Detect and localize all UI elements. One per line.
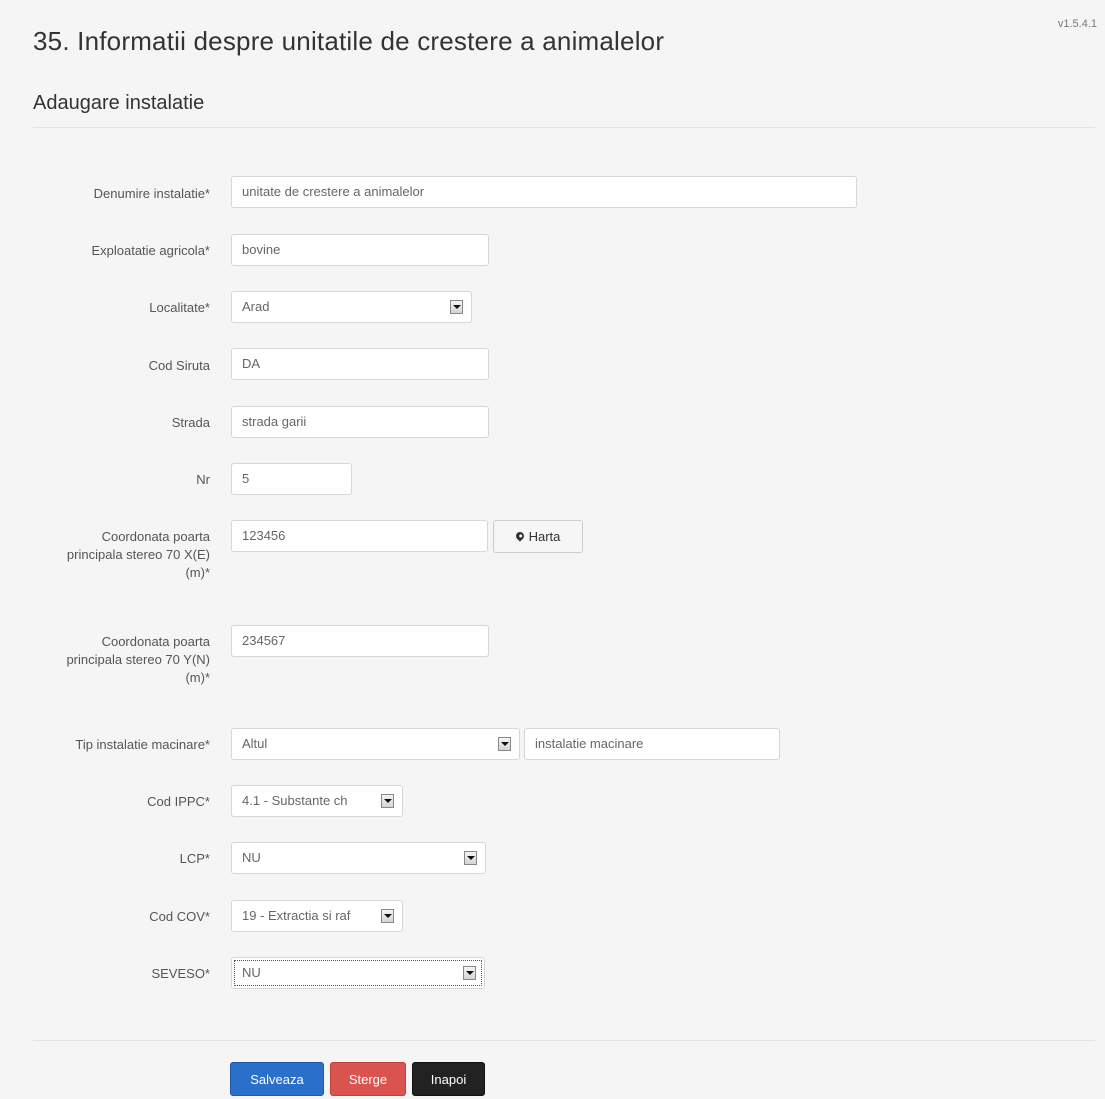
coordonata-y-label: Coordonata poarta principala stereo 70 Y…: [20, 633, 210, 687]
page-title: 35. Informatii despre unitatile de crest…: [33, 26, 665, 56]
localitate-label: Localitate*: [149, 300, 210, 315]
coordonata-x-label: Coordonata poarta principala stereo 70 X…: [20, 528, 210, 582]
tip-instalatie-select[interactable]: Altul: [231, 728, 520, 760]
denumire-instalatie-label: Denumire instalatie*: [93, 186, 210, 201]
chevron-down-icon: [450, 300, 463, 314]
section-divider: [33, 127, 1095, 128]
lcp-value: NU: [242, 850, 261, 865]
nr-input[interactable]: 5: [231, 463, 352, 495]
actions-divider: [33, 1040, 1095, 1041]
cod-siruta-label: Cod Siruta: [148, 358, 210, 373]
version-label: v1.5.4.1: [1057, 18, 1097, 30]
delete-button[interactable]: Sterge: [330, 1062, 406, 1096]
tip-instalatie-value: Altul: [242, 736, 268, 751]
chevron-down-icon: [381, 909, 394, 923]
coordonata-y-label-line1: Coordonata poarta: [101, 634, 210, 649]
coordonata-x-label-line2: principala stereo 70 X(E): [66, 547, 210, 562]
chevron-down-icon: [498, 737, 511, 751]
seveso-label: SEVESO*: [151, 966, 210, 981]
coordonata-x-label-line3: (m)*: [185, 565, 210, 580]
exploatatie-agricola-input[interactable]: bovine: [231, 234, 489, 266]
coordonata-x-label-line1: Coordonata poarta: [101, 529, 210, 544]
cod-ippc-label: Cod IPPC*: [147, 794, 210, 809]
seveso-select[interactable]: NU: [231, 957, 485, 989]
nr-label: Nr: [196, 472, 210, 487]
localitate-select[interactable]: Arad: [231, 291, 472, 323]
chevron-down-icon: [463, 966, 476, 980]
cod-ippc-value: 4.1 - Substante ch: [242, 793, 348, 808]
tip-instalatie-other-input[interactable]: instalatie macinare: [524, 728, 780, 760]
map-button[interactable]: Harta: [493, 520, 583, 553]
section-title: Adaugare instalatie: [33, 92, 205, 114]
strada-input[interactable]: strada garii: [231, 406, 489, 438]
exploatatie-agricola-label: Exploatatie agricola*: [91, 243, 210, 258]
cod-siruta-input[interactable]: DA: [231, 348, 489, 380]
coordonata-y-label-line3: (m)*: [185, 670, 210, 685]
chevron-down-icon: [381, 794, 394, 808]
tip-instalatie-label: Tip instalatie macinare*: [75, 737, 210, 752]
lcp-select[interactable]: NU: [231, 842, 486, 874]
cod-cov-select[interactable]: 19 - Extractia si raf: [231, 900, 403, 932]
localitate-value: Arad: [242, 299, 270, 314]
coordonata-x-input[interactable]: 123456: [231, 520, 488, 552]
back-button[interactable]: Inapoi: [412, 1062, 485, 1096]
cod-cov-value: 19 - Extractia si raf: [242, 908, 351, 923]
map-marker-icon: [513, 529, 526, 542]
cod-ippc-select[interactable]: 4.1 - Substante ch: [231, 785, 403, 817]
seveso-value: NU: [242, 965, 261, 980]
coordonata-y-label-line2: principala stereo 70 Y(N): [66, 652, 210, 667]
cod-cov-label: Cod COV*: [149, 909, 210, 924]
map-button-label: Harta: [528, 529, 561, 544]
denumire-instalatie-input[interactable]: unitate de crestere a animalelor: [231, 176, 857, 208]
strada-label: Strada: [171, 415, 210, 430]
chevron-down-icon: [464, 851, 477, 865]
coordonata-y-input[interactable]: 234567: [231, 625, 489, 657]
lcp-label: LCP*: [179, 851, 210, 866]
save-button[interactable]: Salveaza: [230, 1062, 324, 1096]
